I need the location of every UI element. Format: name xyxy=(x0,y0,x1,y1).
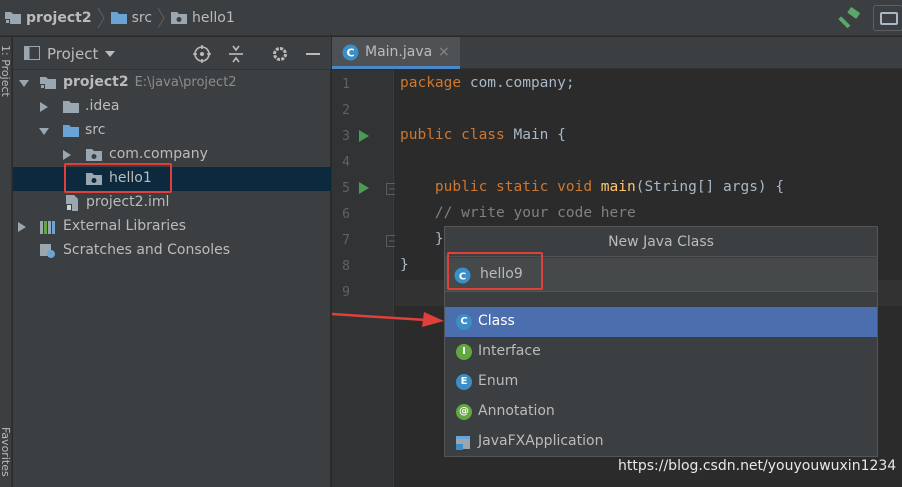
line-number: 7 xyxy=(342,233,350,248)
tree-item-idea[interactable]: .idea xyxy=(13,95,331,119)
kind-item-label: Class xyxy=(478,313,515,329)
line-number: 1 xyxy=(342,77,350,92)
kind-item-label: Enum xyxy=(478,373,519,389)
chevron-down-icon[interactable] xyxy=(105,51,115,57)
code-line-8: } xyxy=(400,257,409,273)
tree-item-label: src xyxy=(85,122,106,138)
kind-item-label: Interface xyxy=(478,343,541,359)
javafx-icon xyxy=(456,436,470,450)
line-number: 5 xyxy=(342,181,350,196)
highlight-box-input xyxy=(447,252,543,290)
editor-tab-bar: C Main.java × xyxy=(332,37,902,69)
highlight-box-hello1 xyxy=(64,163,172,193)
tree-item-src[interactable]: src xyxy=(13,119,331,143)
line-number: 2 xyxy=(342,103,350,118)
kind-item-interface[interactable]: I Interface xyxy=(445,337,877,367)
tree-item-com-company[interactable]: com.company xyxy=(13,143,331,167)
chevron-right-icon xyxy=(157,7,165,28)
folder-icon xyxy=(63,101,79,113)
locate-icon[interactable] xyxy=(192,44,212,64)
expanded-arrow-icon[interactable] xyxy=(19,78,29,88)
kind-list: C Class I Interface E Enum @ Annotation … xyxy=(445,307,877,457)
favorites-tool-tab[interactable]: Favorites xyxy=(0,427,12,487)
kind-item-label: Annotation xyxy=(478,403,555,419)
line-number: 6 xyxy=(342,207,350,222)
tab-label: Main.java xyxy=(365,44,433,60)
annotation-icon: @ xyxy=(456,404,472,420)
watermark: https://blog.csdn.net/youyouwuxin1234 xyxy=(618,458,897,474)
folder-project-icon xyxy=(40,77,56,89)
tree-item-label: Scratches and Consoles xyxy=(63,242,230,258)
navigation-bar: project2 src hello1 xyxy=(0,0,902,36)
interface-icon: I xyxy=(456,344,472,360)
kind-item-javafx[interactable]: JavaFXApplication xyxy=(445,427,877,457)
class-icon: C xyxy=(456,314,472,330)
line-number: 9 xyxy=(342,285,350,300)
kind-item-enum[interactable]: E Enum xyxy=(445,367,877,397)
code-line-6: // write your code here xyxy=(434,205,636,221)
iml-file-icon xyxy=(66,195,78,211)
run-icon[interactable] xyxy=(359,130,369,142)
tree-item-scratches[interactable]: Scratches and Consoles xyxy=(13,239,331,263)
code-line-1: package com.company; xyxy=(400,75,575,91)
run-icon[interactable] xyxy=(359,182,369,194)
line-number: 8 xyxy=(342,259,350,274)
tool-window-strip: 1: Project Favorites xyxy=(0,37,12,487)
tree-item-label: project2 E:\java\project2 xyxy=(63,74,237,90)
project-tree: project2 E:\java\project2 .idea src com.c… xyxy=(13,71,331,263)
tree-item-hello1[interactable]: hello1 xyxy=(13,167,331,191)
hide-icon[interactable] xyxy=(303,44,323,64)
window-button[interactable] xyxy=(873,5,902,31)
hammer-icon[interactable] xyxy=(838,7,862,29)
arrow-icon xyxy=(331,312,444,327)
tree-item-external-libraries[interactable]: External Libraries xyxy=(13,215,331,239)
source-folder-icon xyxy=(63,125,79,137)
java-class-icon: C xyxy=(342,44,359,61)
project-path: E:\java\project2 xyxy=(134,75,237,90)
code-line-3: public class Main { xyxy=(400,127,566,143)
tree-item-label: com.company xyxy=(109,146,208,162)
tree-item-label: .idea xyxy=(85,98,120,114)
collapse-icon[interactable] xyxy=(226,44,246,64)
kind-item-annotation[interactable]: @ Annotation xyxy=(445,397,877,427)
enum-icon: E xyxy=(456,374,472,390)
line-number: 3 xyxy=(342,129,350,144)
close-icon[interactable]: × xyxy=(438,44,450,60)
folder-icon xyxy=(110,11,127,24)
tree-item-project2-iml[interactable]: project2.iml xyxy=(13,191,331,215)
tree-item-project2[interactable]: project2 E:\java\project2 xyxy=(13,71,331,95)
code-line-5: public static void main(String[] args) { xyxy=(434,179,785,195)
svg-text:C: C xyxy=(346,47,354,60)
project-panel-title[interactable]: Project xyxy=(47,45,98,63)
folder-project-icon xyxy=(5,11,21,24)
breadcrumb-item-src[interactable]: src xyxy=(132,10,152,26)
settings-icon[interactable] xyxy=(270,44,290,64)
collapsed-arrow-icon[interactable] xyxy=(39,102,49,112)
project-view-icon xyxy=(24,46,40,60)
chevron-right-icon xyxy=(97,7,105,28)
project-tool-tab[interactable]: 1: Project xyxy=(0,45,12,125)
editor-gutter: 1 2 3 4 5 6 7 8 9 xyxy=(332,70,398,487)
window-icon xyxy=(880,12,898,25)
tab-main-java[interactable]: C Main.java × xyxy=(332,37,460,69)
breadcrumb-item-project2[interactable]: project2 xyxy=(26,10,92,26)
tree-item-label: External Libraries xyxy=(63,218,186,234)
breadcrumb: project2 src hello1 xyxy=(0,0,235,36)
project-panel-header: Project xyxy=(13,37,331,70)
collapsed-arrow-icon[interactable] xyxy=(62,150,72,160)
breadcrumb-item-hello1[interactable]: hello1 xyxy=(192,10,235,26)
line-number: 4 xyxy=(342,155,350,170)
package-icon xyxy=(86,149,102,161)
expanded-arrow-icon[interactable] xyxy=(39,126,49,136)
tree-item-label: project2.iml xyxy=(86,194,170,210)
package-icon xyxy=(171,11,188,24)
scratches-icon xyxy=(40,244,55,258)
libraries-icon xyxy=(40,221,55,234)
kind-item-label: JavaFXApplication xyxy=(478,433,604,449)
code-line-7: } xyxy=(434,231,444,247)
collapsed-arrow-icon[interactable] xyxy=(17,222,27,232)
kind-item-class[interactable]: C Class xyxy=(445,307,877,337)
project-panel: Project project2 E:\java\project2 .idea s… xyxy=(13,37,331,487)
